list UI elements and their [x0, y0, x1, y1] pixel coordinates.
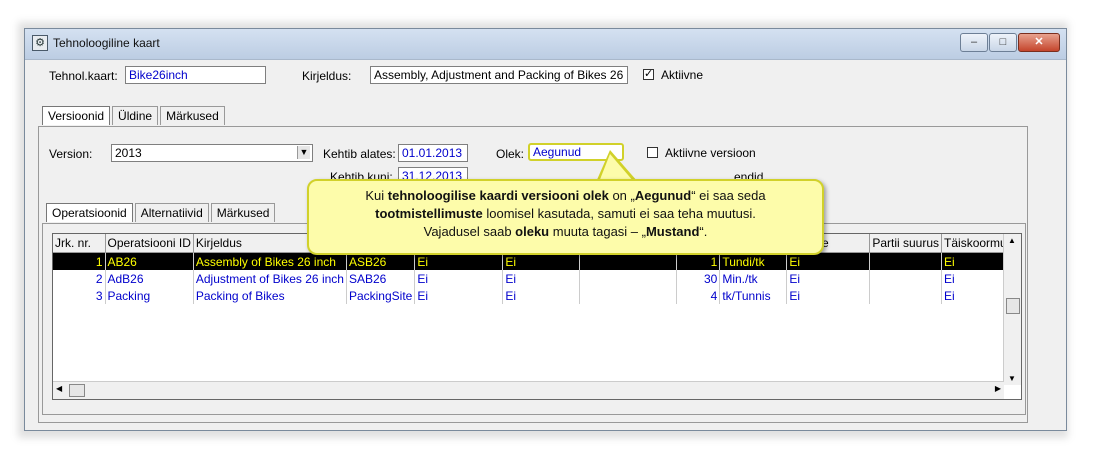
cell[interactable]: tk/Tunnis: [719, 287, 788, 304]
cell[interactable]: Ei: [502, 252, 581, 270]
cell[interactable]: SAB26: [346, 270, 416, 287]
cell[interactable]: 1: [676, 252, 721, 270]
tehnol-kaart-input[interactable]: Bike26inch: [125, 66, 266, 84]
callout-bold: Aegunud: [634, 188, 692, 203]
tehnol-kaart-label: Tehnol.kaart:: [49, 69, 118, 83]
aktiivne-checkbox[interactable]: ✓: [643, 69, 654, 80]
cell[interactable]: ASB26: [346, 252, 416, 270]
cell[interactable]: Adjustment of Bikes 26 inch: [193, 270, 347, 287]
cell[interactable]: Ei: [414, 287, 504, 304]
cell[interactable]: 2: [53, 270, 106, 287]
operations-table: Jrk. nr. Operatsiooni ID Kirjeldus kohan…: [52, 233, 1022, 400]
minimize-button[interactable]: –: [960, 33, 988, 52]
window-title: Tehnoloogiline kaart: [53, 36, 160, 50]
tab-markused[interactable]: Märkused: [160, 106, 225, 125]
callout-text: Kui: [365, 188, 388, 203]
callout-text: muuta tagasi – „: [549, 224, 646, 239]
scroll-left-icon[interactable]: ◀: [56, 384, 62, 393]
callout-text: on „: [608, 188, 635, 203]
tab-versioonid[interactable]: Versioonid: [42, 106, 111, 125]
cell[interactable]: 3: [53, 287, 106, 304]
chevron-down-icon[interactable]: ▼: [297, 146, 310, 159]
cell[interactable]: Assembly of Bikes 26 inch: [193, 252, 347, 270]
subtab-operatsioonid[interactable]: Operatsioonid: [46, 203, 133, 222]
cell[interactable]: [579, 287, 678, 304]
subtab-alternatiivid[interactable]: Alternatiivid: [134, 203, 209, 222]
cell[interactable]: [579, 270, 678, 287]
tab-uldine[interactable]: Üldine: [112, 106, 159, 125]
aktiivne-versioon-label: Aktiivne versioon: [665, 146, 756, 160]
help-callout: Kui tehnoloogilise kaardi versiooni olek…: [307, 179, 824, 255]
scroll-thumb[interactable]: [1006, 298, 1020, 314]
col-operatsiooni-id[interactable]: Operatsiooni ID: [105, 234, 194, 253]
cell[interactable]: Ei: [502, 270, 581, 287]
cell[interactable]: Packing: [105, 287, 194, 304]
aktiivne-label: Aktiivne: [661, 68, 704, 82]
scroll-thumb-horizontal[interactable]: [69, 384, 85, 397]
maximize-button[interactable]: □: [989, 33, 1017, 52]
callout-text: loomisel kasutada, samuti ei saa teha mu…: [482, 206, 756, 221]
callout-line-1: Kui tehnoloogilise kaardi versiooni olek…: [319, 187, 812, 205]
version-label: Version:: [49, 147, 93, 161]
callout-line-3: Vajadusel saab oleku muuta tagasi – „Mus…: [319, 223, 812, 241]
table-row[interactable]: 2 AdB26 Adjustment of Bikes 26 inch SAB2…: [53, 270, 1016, 287]
scroll-right-icon[interactable]: ▶: [995, 384, 1001, 393]
cell[interactable]: Min./tk: [719, 270, 788, 287]
cell[interactable]: Ei: [786, 252, 871, 270]
cell[interactable]: 30: [676, 270, 721, 287]
cell[interactable]: [869, 270, 943, 287]
callout-text: “ ei saa seda: [691, 188, 766, 203]
col-partii-suurus[interactable]: Partii suurus: [869, 234, 943, 253]
olek-label: Olek:: [496, 147, 525, 161]
kehtib-alates-label: Kehtib alates:: [323, 147, 396, 161]
callout-bold: tootmistellimuste: [375, 206, 483, 221]
callout-text: “.: [699, 224, 708, 239]
cell[interactable]: Ei: [502, 287, 581, 304]
version-value: 2013: [115, 146, 142, 160]
subtab-markused[interactable]: Märkused: [210, 203, 276, 222]
title-bar[interactable]: ⚙ Tehnoloogiline kaart – □ ✕: [25, 29, 1066, 60]
callout-pointer-fill: [599, 154, 634, 182]
aktiivne-versioon-checkbox[interactable]: [647, 147, 658, 158]
cell[interactable]: Packing of Bikes: [193, 287, 347, 304]
cell[interactable]: [579, 252, 678, 270]
table-row[interactable]: 3 Packing Packing of Bikes PackingSite E…: [53, 287, 1016, 304]
kehtib-alates-input[interactable]: 01.01.2013: [398, 144, 468, 162]
kirjeldus-input[interactable]: Assembly, Adjustment and Packing of Bike…: [370, 66, 628, 84]
scroll-up-icon[interactable]: ▲: [1008, 236, 1016, 245]
vertical-scrollbar[interactable]: ▲ ▼: [1003, 234, 1021, 385]
cell[interactable]: AdB26: [105, 270, 194, 287]
cell[interactable]: PackingSite: [346, 287, 416, 304]
app-gear-icon: ⚙: [32, 35, 48, 51]
table-row[interactable]: 1 AB26 Assembly of Bikes 26 inch ASB26 E…: [53, 252, 1016, 270]
scroll-down-icon[interactable]: ▼: [1008, 374, 1016, 383]
callout-bold: oleku: [515, 224, 550, 239]
close-button[interactable]: ✕: [1018, 33, 1060, 52]
callout-line-2: tootmistellimuste loomisel kasutada, sam…: [319, 205, 812, 223]
cell[interactable]: 1: [53, 252, 106, 270]
cell[interactable]: [869, 252, 943, 270]
cell[interactable]: Ei: [414, 252, 504, 270]
cell[interactable]: Ei: [786, 270, 871, 287]
callout-bold: Mustand: [645, 224, 700, 239]
cell[interactable]: [869, 287, 943, 304]
horizontal-scrollbar[interactable]: ◀ ▶: [53, 381, 1004, 399]
version-select[interactable]: 2013 ▼: [111, 144, 313, 162]
callout-bold: tehnoloogilise kaardi versiooni olek: [387, 188, 609, 203]
cell[interactable]: Tundi/tk: [719, 252, 788, 270]
cell[interactable]: 4: [676, 287, 721, 304]
cell[interactable]: AB26: [105, 252, 194, 270]
cell[interactable]: Ei: [786, 287, 871, 304]
col-jrk-nr[interactable]: Jrk. nr.: [53, 234, 106, 253]
callout-text: Vajadusel saab: [423, 224, 516, 239]
cell[interactable]: Ei: [414, 270, 504, 287]
kirjeldus-label: Kirjeldus:: [302, 69, 352, 83]
